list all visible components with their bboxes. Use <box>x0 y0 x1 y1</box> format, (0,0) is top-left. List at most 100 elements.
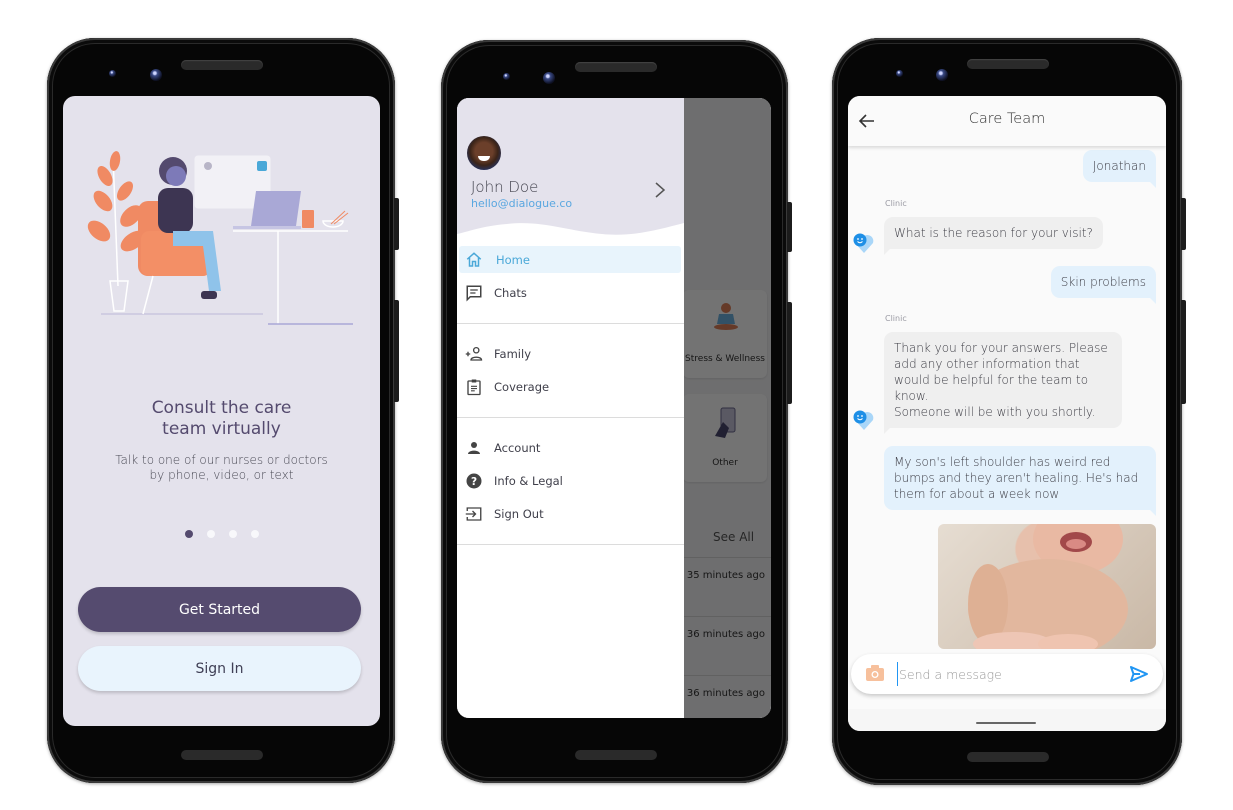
chevron-right-icon[interactable] <box>652 180 668 200</box>
front-camera-icon <box>936 69 948 81</box>
title-line: Consult the care <box>151 398 292 418</box>
drawer-screen: Stress & Wellness Other See All 35 minut… <box>457 98 771 718</box>
volume-button <box>1181 300 1186 404</box>
sign-in-button[interactable]: Sign In <box>78 646 361 691</box>
drawer-item-account[interactable]: Account <box>457 434 684 461</box>
avatar[interactable] <box>467 136 501 170</box>
earpiece-speaker <box>181 60 263 70</box>
add-person-icon <box>465 346 483 361</box>
photo-content <box>968 524 1128 649</box>
message-text: Skin problems <box>1060 275 1146 289</box>
message-bubble-me: My son's left shoulder has weird red bum… <box>884 446 1156 516</box>
front-camera-icon <box>543 72 555 84</box>
message-bubble-me: Skin problems <box>1050 266 1157 304</box>
power-button <box>394 198 399 250</box>
drawer-header[interactable]: John Doe hello@dialogue.co <box>457 98 684 248</box>
message-line: bumps and they aren't healing. He's had <box>894 471 1139 485</box>
sender-label: Clinic <box>885 199 907 208</box>
chat-title: Care Team <box>968 111 1046 127</box>
chat-icon <box>466 285 482 302</box>
person-icon <box>468 441 480 454</box>
message-text: Jonathan <box>1092 159 1146 173</box>
user-email: hello@dialogue.co <box>471 197 573 210</box>
bottom-speaker <box>181 750 263 760</box>
message-line: My son's left shoulder has weird red <box>894 455 1111 469</box>
onboarding-screen: Consult the care team virtually Talk to … <box>63 96 380 726</box>
get-started-button[interactable]: Get Started <box>78 587 361 632</box>
page-dot-1[interactable] <box>184 530 193 538</box>
message-line: know. <box>894 389 929 403</box>
message-input[interactable] <box>897 662 1117 686</box>
power-button <box>1181 198 1186 250</box>
front-camera-icon <box>150 69 162 81</box>
volume-button <box>394 300 399 402</box>
drawer-item-label: Account <box>494 440 541 455</box>
drawer-item-chats[interactable]: Chats <box>457 279 684 306</box>
message-line: would be helpful for the team to <box>894 373 1089 387</box>
message-bubble-clinic: Thank you for your answers. Please add a… <box>884 332 1122 434</box>
earpiece-speaker <box>575 62 657 72</box>
navigation-drawer: John Doe hello@dialogue.co Home Chats Fa… <box>457 98 684 718</box>
message-line: Thank you for your answers. Please <box>894 341 1108 355</box>
camera-icon[interactable] <box>865 664 885 682</box>
drawer-item-label: Coverage <box>494 379 550 394</box>
message-line: add any other information that <box>894 357 1080 371</box>
drawer-item-label: Sign Out <box>494 506 544 521</box>
subtitle-line: Talk to one of our nurses or doctors <box>115 453 328 467</box>
page-dot-2[interactable] <box>206 530 215 538</box>
gesture-nav-bar[interactable] <box>976 722 1036 724</box>
power-button <box>787 202 792 252</box>
earpiece-speaker <box>967 59 1049 69</box>
message-line: Someone will be with you shortly. <box>894 405 1096 419</box>
drawer-item-label: Info & Legal <box>494 473 563 488</box>
onboarding-subtitle: Talk to one of our nurses or doctors by … <box>63 453 380 483</box>
home-icon <box>466 251 482 267</box>
drawer-item-home[interactable]: Home <box>459 246 681 273</box>
clipboard-icon <box>467 379 481 395</box>
page-indicator <box>63 530 380 538</box>
clinic-bot-icon <box>853 233 874 253</box>
header-wave-bg <box>457 98 684 235</box>
drawer-item-sign-out[interactable]: Sign Out <box>457 500 684 527</box>
message-photo[interactable] <box>938 524 1156 649</box>
message-text: What is the reason for your visit? <box>894 226 1093 240</box>
telehealth-illustration <box>87 151 353 325</box>
drawer-divider <box>457 417 684 418</box>
app-bar: Care Team <box>848 96 1166 146</box>
help-icon: ? <box>466 473 482 488</box>
chat-screen: Care Team Jonathan Clinic What is the re… <box>848 96 1166 731</box>
drawer-item-label: Chats <box>494 285 527 300</box>
svg-text:?: ? <box>471 475 477 487</box>
sender-label: Clinic <box>885 314 907 323</box>
system-nav-area <box>848 709 1166 731</box>
page-dot-4[interactable] <box>250 530 259 538</box>
drawer-item-label: Home <box>496 252 530 267</box>
volume-button <box>787 302 792 404</box>
drawer-divider <box>457 544 684 545</box>
message-bubble-me: Jonathan <box>1082 150 1157 188</box>
sensor-icon <box>109 70 116 77</box>
page-dot-3[interactable] <box>228 530 237 538</box>
subtitle-line: by phone, video, or text <box>149 468 294 482</box>
message-composer <box>851 654 1163 694</box>
user-name: John Doe <box>471 178 539 196</box>
sensor-icon <box>503 73 510 80</box>
bottom-speaker <box>575 750 657 760</box>
phone-chat: Care Team Jonathan Clinic What is the re… <box>832 38 1186 785</box>
bottom-speaker <box>967 752 1049 762</box>
drawer-item-coverage[interactable]: Coverage <box>457 373 684 400</box>
drawer-item-label: Family <box>494 346 532 361</box>
clinic-bot-icon <box>853 410 874 430</box>
message-bubble-clinic: What is the reason for your visit? <box>884 217 1103 255</box>
phone-drawer: Stress & Wellness Other See All 35 minut… <box>441 40 792 783</box>
sensor-icon <box>896 70 903 77</box>
onboarding-title: Consult the care team virtually <box>63 398 380 440</box>
send-icon[interactable] <box>1129 664 1149 684</box>
sign-out-icon <box>465 506 482 521</box>
drawer-divider <box>457 323 684 324</box>
title-line: team virtually <box>162 419 281 439</box>
drawer-item-family[interactable]: Family <box>457 340 684 367</box>
message-line: them for about a week now <box>894 487 1060 501</box>
phone-onboarding: Consult the care team virtually Talk to … <box>47 38 399 783</box>
drawer-item-info-legal[interactable]: ? Info & Legal <box>457 467 684 494</box>
